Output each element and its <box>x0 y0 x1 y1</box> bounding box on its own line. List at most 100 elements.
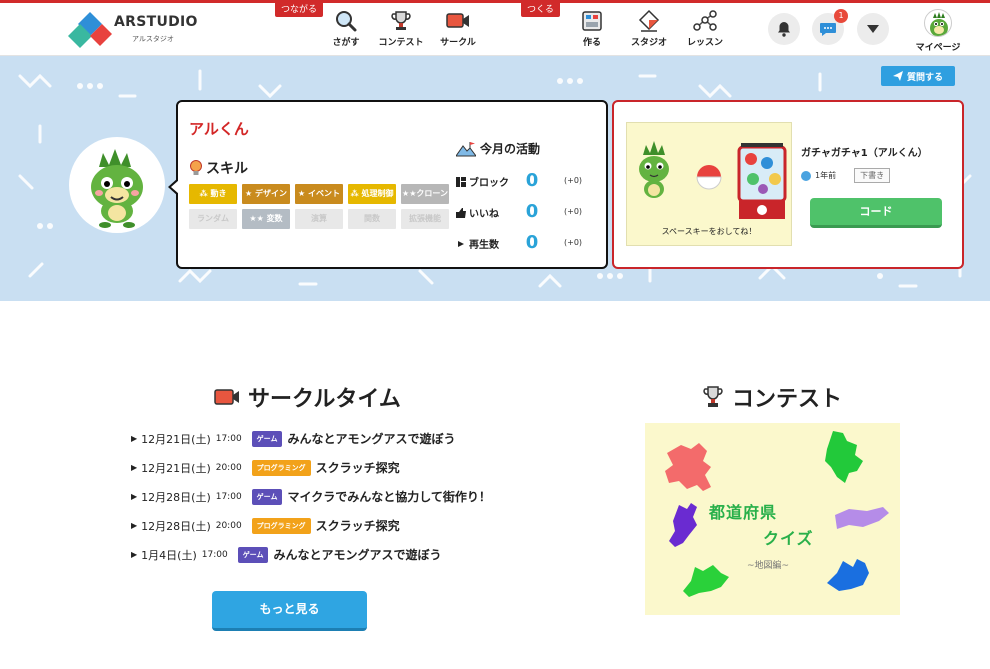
header: ARSTUDIO アルスタジオ つながる つくる さがす コンテスト サークル <box>0 3 990 56</box>
see-more-button[interactable]: もっと見る <box>212 591 367 631</box>
event-tag: プログラミング <box>251 459 311 476</box>
nav-contest[interactable]: コンテスト <box>371 9 431 53</box>
triangle-right-icon: ▶ <box>131 521 138 530</box>
profile-banner: 質問する アルくん スキル ⁂ 動き ★ デザイン ★ イベント ⁂ 処理制御 … <box>0 56 990 301</box>
contest-image-caption: ~地図編~ <box>747 561 790 571</box>
event-date: 12月21日(土) <box>141 432 211 446</box>
activity-name: ブロック <box>456 174 509 189</box>
skill-stars-icon: ★ <box>245 189 255 198</box>
work-time: 1年前 <box>815 171 837 180</box>
event-time: 20:00 <box>215 520 242 531</box>
thumbs-up-icon <box>456 207 466 218</box>
skill-chip-label: 処理制御 <box>361 189 394 198</box>
event-date: 12月28日(土) <box>141 519 211 533</box>
event-tag: ゲーム <box>251 488 283 505</box>
profile-avatar <box>69 137 165 233</box>
menu-dropdown-button[interactable] <box>857 13 889 45</box>
block-icon <box>456 176 466 187</box>
skill-chip-label: ランダム <box>197 214 229 223</box>
event-time: 17:00 <box>201 549 228 560</box>
mypage-label: マイページ <box>915 43 961 53</box>
video-icon <box>214 389 239 405</box>
activity-diff: (+0) <box>564 176 583 185</box>
nav-search[interactable]: さがす <box>316 9 376 53</box>
event-item[interactable]: ▶ 1月4日(土) 17:00 ゲーム みんなとアモングアスで遊ぼう <box>131 540 551 569</box>
skill-chip-operator: 演算 <box>295 209 343 229</box>
blocks-icon <box>582 11 602 31</box>
skill-chip-label: 動き <box>210 189 227 198</box>
skill-chip-motion: ⁂ 動き <box>189 184 237 204</box>
work-title[interactable]: ガチャガチャ1（アルくん） <box>801 144 928 159</box>
activity-row-likes: いいね 0 (+0) <box>456 201 602 223</box>
event-item[interactable]: ▶ 12月21日(土) 17:00 ゲーム みんなとアモングアスで遊ぼう <box>131 424 551 453</box>
play-icon <box>458 240 464 247</box>
logo[interactable]: ARSTUDIO アルスタジオ <box>68 10 197 50</box>
skill-stars-icon: ★★ <box>249 214 267 223</box>
event-tag: ゲーム <box>251 430 283 447</box>
video-icon <box>446 13 469 28</box>
work-caption: スペースキーをおしてね！ <box>661 227 757 236</box>
skill-stars-icon: ⁂ <box>199 189 211 198</box>
event-list: ▶ 12月21日(土) 17:00 ゲーム みんなとアモングアスで遊ぼう ▶ 1… <box>131 424 551 569</box>
circle-time-title: サークルタイム <box>248 387 401 412</box>
nav-circle[interactable]: サークル <box>428 9 488 53</box>
work-meta: 1年前 下書き <box>801 168 891 183</box>
event-date: 12月28日(土) <box>141 490 211 504</box>
skill-chip-function: 関数 <box>348 209 396 229</box>
draft-status-tag: 下書き <box>854 168 891 183</box>
activity-diff: (+0) <box>564 207 583 216</box>
nav-create-label: 作る <box>582 38 601 48</box>
activity-diff: (+0) <box>564 238 583 247</box>
skill-chip-label: 演算 <box>311 214 327 223</box>
user-avatar <box>924 9 952 37</box>
nav-create[interactable]: 作る <box>562 9 622 53</box>
trophy-icon <box>391 11 411 30</box>
contest-banner-image[interactable]: 都道府県 クイズ ~地図編~ <box>645 423 900 615</box>
contest-image-title: 都道府県 <box>709 503 778 522</box>
dinosaur-avatar-icon <box>930 12 948 36</box>
activity-row-blocks: ブロック 0 (+0) <box>456 170 602 192</box>
activity-name: いいね <box>456 205 499 220</box>
circle-time-heading: サークルタイム <box>214 381 401 413</box>
event-item[interactable]: ▶ 12月21日(土) 20:00 プログラミング スクラッチ探究 <box>131 453 551 482</box>
mypage-link[interactable]: マイページ <box>910 9 966 53</box>
event-date: 12月21日(土) <box>141 461 211 475</box>
skill-chip-design: ★ デザイン <box>242 184 290 204</box>
event-item[interactable]: ▶ 12月28日(土) 17:00 ゲーム マイクラでみんなと協力して街作り！ <box>131 482 551 511</box>
activity-label: 再生数 <box>469 240 499 251</box>
chat-icon <box>820 23 836 36</box>
activity-label: ブロック <box>469 178 509 189</box>
event-title: スクラッチ探究 <box>315 519 400 533</box>
mountain-flag-icon <box>456 141 476 156</box>
skill-stars-icon: ⁂ <box>350 189 362 198</box>
message-button[interactable]: 1 <box>812 9 848 45</box>
skill-heading: スキル <box>189 158 248 178</box>
search-icon <box>336 11 357 32</box>
nav-lesson[interactable]: レッスン <box>675 9 735 53</box>
skill-chip-random: ランダム <box>189 209 237 229</box>
event-time: 20:00 <box>215 462 242 473</box>
clock-icon <box>801 170 811 181</box>
skill-chip-clone: ★★クローン <box>401 184 449 204</box>
event-time: 17:00 <box>215 491 242 502</box>
card-tail-inner <box>171 180 179 194</box>
nav-lesson-label: レッスン <box>686 38 723 48</box>
event-title: マイクラでみんなと協力して街作り！ <box>287 490 491 504</box>
event-tag: プログラミング <box>251 517 311 534</box>
activity-title: 今月の活動 <box>480 142 541 156</box>
skill-chip-label: デザイン <box>254 189 287 198</box>
skill-grid: ⁂ 動き ★ デザイン ★ イベント ⁂ 処理制御 ★★クローン ランダム ★★… <box>189 184 451 229</box>
profile-card: アルくん スキル ⁂ 動き ★ デザイン ★ イベント ⁂ 処理制御 ★★クロー… <box>168 100 608 269</box>
code-button[interactable]: コード <box>810 198 942 228</box>
trophy-icon <box>703 386 723 407</box>
notification-button[interactable] <box>768 13 800 45</box>
activity-label: いいね <box>469 209 499 220</box>
logo-subtitle: アルスタジオ <box>132 35 174 43</box>
contest-title: コンテスト <box>732 387 843 412</box>
lesson-icon <box>693 10 717 31</box>
event-item[interactable]: ▶ 12月28日(土) 20:00 プログラミング スクラッチ探究 <box>131 511 551 540</box>
ask-question-button[interactable]: 質問する <box>881 66 955 86</box>
nav-studio[interactable]: スタジオ <box>619 9 679 53</box>
work-thumbnail[interactable]: スペースキーをおしてね！ <box>626 122 792 246</box>
skill-chip-extension: 拡張機能 <box>401 209 449 229</box>
